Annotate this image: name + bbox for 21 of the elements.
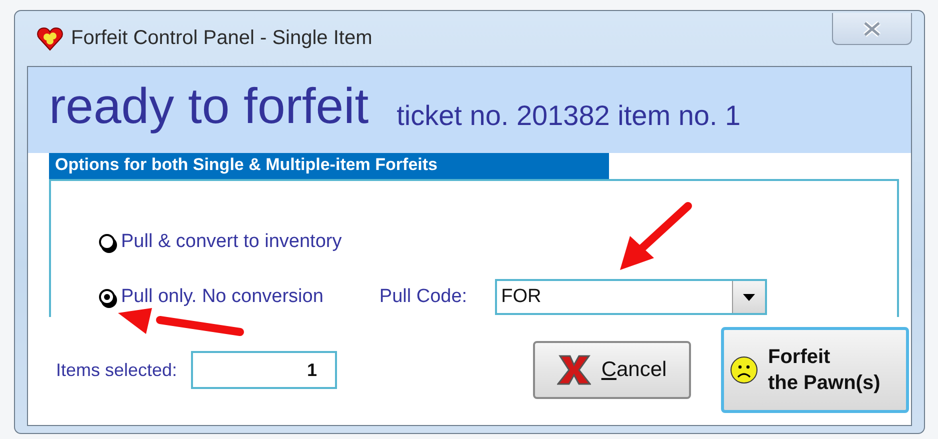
close-button[interactable]	[832, 13, 912, 45]
field-label: Pull Code:	[379, 286, 468, 308]
close-icon	[861, 20, 883, 36]
x-mark-icon	[557, 354, 592, 386]
sad-face-icon	[730, 356, 758, 384]
forfeit-button[interactable]: Forfeit the Pawn(s)	[721, 327, 909, 413]
field-label: Items selected:	[56, 360, 178, 380]
window-title: Forfeit Control Panel - Single Item	[71, 27, 374, 50]
radio-button[interactable]	[99, 234, 115, 250]
group-title: Options for both Single & Multiple-item Forfeits	[49, 153, 609, 179]
radio-button-selected[interactable]	[99, 289, 115, 305]
radio-label: Pull & convert to inventory	[121, 231, 342, 253]
status-heading: ready to forfeit	[49, 77, 369, 136]
annotation-arrow	[620, 202, 692, 270]
radio-label: Pull only. No conversion	[121, 286, 324, 308]
heart-icon	[37, 26, 63, 50]
ticket-info: ticket no. 201382 item no. 1	[396, 99, 741, 132]
dropdown-arrow-icon	[743, 294, 756, 300]
cancel-button[interactable]: Cancel	[533, 341, 691, 399]
items-selected-field[interactable]: 1	[191, 351, 338, 389]
pull-code-dropdown[interactable]: FOR	[495, 279, 768, 315]
